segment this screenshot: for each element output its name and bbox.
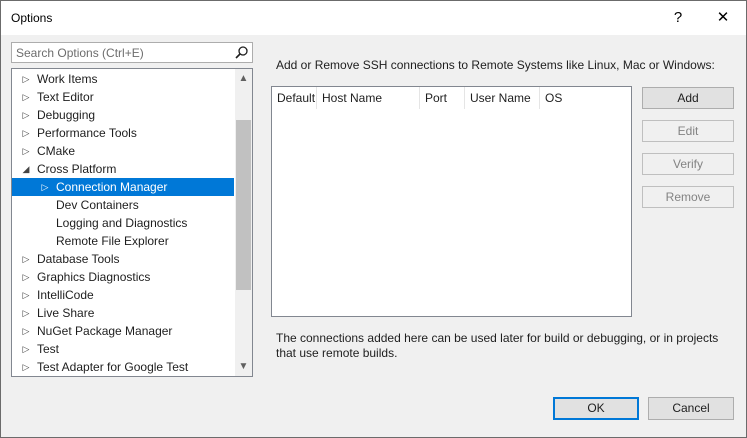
help-button[interactable]: ?	[667, 8, 689, 28]
tree-scrollbar[interactable]: ▲ ▼	[235, 69, 252, 376]
add-button[interactable]: Add	[642, 87, 734, 109]
tree-item-debugging[interactable]: ▷ Debugging	[12, 106, 234, 124]
column-header-port[interactable]: Port	[420, 87, 465, 109]
tree-item-label: Test Adapter for Google Test	[37, 360, 189, 374]
scroll-thumb[interactable]	[236, 120, 251, 290]
tree-item-test[interactable]: ▷ Test	[12, 340, 234, 358]
tree-item-test-adapter-for-google-test[interactable]: ▷ Test Adapter for Google Test	[12, 358, 234, 376]
column-header-user-name[interactable]: User Name	[465, 87, 540, 109]
search-options-input[interactable]	[12, 43, 231, 62]
tree-item-connection-manager[interactable]: ▷ Connection Manager	[12, 178, 234, 196]
column-header-default[interactable]: Default	[272, 87, 317, 109]
tree-item-label: Logging and Diagnostics	[56, 216, 188, 230]
tree-item-database-tools[interactable]: ▷ Database Tools	[12, 250, 234, 268]
tree-item-label: Remote File Explorer	[56, 234, 169, 248]
collapsed-triangle-icon[interactable]: ▷	[20, 142, 32, 160]
collapsed-triangle-icon[interactable]: ▷	[20, 70, 32, 88]
dialog-title: Options	[11, 11, 53, 25]
ok-button[interactable]: OK	[553, 397, 639, 420]
collapsed-triangle-icon[interactable]: ▷	[20, 304, 32, 322]
list-header: Default Host Name Port User Name OS	[272, 87, 631, 109]
tree-item-label: Graphics Diagnostics	[37, 270, 151, 284]
connections-list[interactable]: Default Host Name Port User Name OS	[271, 86, 632, 317]
tree-item-work-items[interactable]: ▷ Work Items	[12, 70, 234, 88]
collapsed-triangle-icon[interactable]: ▷	[20, 268, 32, 286]
tree-item-label: IntelliCode	[37, 288, 94, 302]
collapsed-triangle-icon[interactable]: ▷	[39, 178, 51, 196]
collapsed-triangle-icon[interactable]: ▷	[20, 88, 32, 106]
collapsed-triangle-icon[interactable]: ▷	[20, 322, 32, 340]
tree-item-nuget-package-manager[interactable]: ▷ NuGet Package Manager	[12, 322, 234, 340]
scroll-down-arrow-icon[interactable]: ▼	[235, 358, 252, 375]
tree-item-label: Dev Containers	[56, 198, 139, 212]
tree-item-label: Text Editor	[37, 90, 94, 104]
collapsed-triangle-icon[interactable]: ▷	[20, 358, 32, 376]
tree-item-dev-containers[interactable]: Dev Containers	[12, 196, 234, 214]
tree-item-label: NuGet Package Manager	[37, 324, 173, 338]
collapsed-triangle-icon[interactable]: ▷	[20, 340, 32, 358]
tree-item-label: Database Tools	[37, 252, 120, 266]
tree-item-live-share[interactable]: ▷ Live Share	[12, 304, 234, 322]
search-icon[interactable]	[234, 45, 249, 60]
tree-item-cmake[interactable]: ▷ CMake	[12, 142, 234, 160]
column-header-os[interactable]: OS	[540, 87, 631, 109]
options-tree[interactable]: ▷ Work Items ▷ Text Editor ▷ Debugging ▷ Perfor…	[11, 68, 253, 377]
tree-item-graphics-diagnostics[interactable]: ▷ Graphics Diagnostics	[12, 268, 234, 286]
edit-button[interactable]: Edit	[642, 120, 734, 142]
tree-item-remote-file-explorer[interactable]: Remote File Explorer	[12, 232, 234, 250]
scroll-up-arrow-icon[interactable]: ▲	[235, 70, 252, 87]
tree-item-cross-platform[interactable]: ◢ Cross Platform	[12, 160, 234, 178]
collapsed-triangle-icon[interactable]: ▷	[20, 124, 32, 142]
tree-item-label: Performance Tools	[37, 126, 137, 140]
cancel-button[interactable]: Cancel	[648, 397, 734, 420]
search-box[interactable]	[11, 42, 253, 63]
collapsed-triangle-icon[interactable]: ▷	[20, 106, 32, 124]
title-bar[interactable]: Options ? ✕	[1, 1, 746, 35]
options-dialog: Options ? ✕ ▷ Work Items ▷ Text Editor ▷ Debu…	[0, 0, 747, 438]
panel-description: Add or Remove SSH connections to Remote …	[276, 58, 715, 72]
connections-note: The connections added here can be used l…	[276, 331, 719, 360]
expanded-triangle-icon[interactable]: ◢	[20, 160, 32, 178]
tree-item-label: Test	[37, 342, 60, 356]
tree-item-label: Connection Manager	[56, 180, 168, 194]
collapsed-triangle-icon[interactable]: ▷	[20, 250, 32, 268]
remove-button[interactable]: Remove	[642, 186, 734, 208]
tree-item-logging-and-diagnostics[interactable]: Logging and Diagnostics	[12, 214, 234, 232]
tree-item-text-editor[interactable]: ▷ Text Editor	[12, 88, 234, 106]
collapsed-triangle-icon[interactable]: ▷	[20, 286, 32, 304]
tree-item-label: Work Items	[37, 72, 98, 86]
close-button[interactable]: ✕	[712, 8, 734, 28]
tree-item-intellicode[interactable]: ▷ IntelliCode	[12, 286, 234, 304]
verify-button[interactable]: Verify	[642, 153, 734, 175]
tree-item-performance-tools[interactable]: ▷ Performance Tools	[12, 124, 234, 142]
tree-item-label: Live Share	[37, 306, 95, 320]
tree-item-label: CMake	[37, 144, 76, 158]
tree-item-label: Cross Platform	[37, 162, 117, 176]
column-header-host-name[interactable]: Host Name	[317, 87, 420, 109]
tree-item-label: Debugging	[37, 108, 96, 122]
